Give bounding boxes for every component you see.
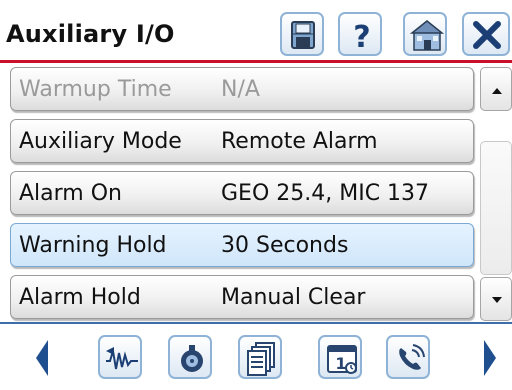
scroll-track[interactable] <box>480 141 512 275</box>
row-warning-hold[interactable]: Warning Hold 30 Seconds <box>10 223 474 267</box>
nav-next-button[interactable] <box>478 338 502 378</box>
save-button[interactable] <box>280 12 324 56</box>
nav-previous-button[interactable] <box>30 338 54 378</box>
row-value: Manual Clear <box>221 285 366 310</box>
close-button[interactable] <box>462 12 510 56</box>
row-label: Alarm Hold <box>19 285 141 310</box>
row-label: Warmup Time <box>19 77 172 102</box>
scroll-down-button[interactable] <box>480 277 512 321</box>
home-house-icon <box>409 20 445 51</box>
header-divider <box>0 60 512 63</box>
row-value: Remote Alarm <box>221 129 378 154</box>
screen: Auxiliary I/O ? Warmup Time N/A Auxiliar… <box>0 0 512 390</box>
documents-button[interactable] <box>238 335 282 379</box>
row-label: Auxiliary Mode <box>19 129 182 154</box>
sensor-button[interactable] <box>168 335 212 379</box>
phone-button[interactable] <box>386 335 430 379</box>
row-alarm-hold[interactable]: Alarm Hold Manual Clear <box>10 275 474 319</box>
home-button[interactable] <box>403 12 447 56</box>
calendar-button[interactable]: 1 <box>318 335 362 379</box>
row-warmup-time: Warmup Time N/A <box>10 67 474 111</box>
phone-call-icon <box>399 344 425 370</box>
help-glyph: ? <box>353 20 370 55</box>
triangle-up-icon <box>492 88 502 94</box>
settings-list: Warmup Time N/A Auxiliary Mode Remote Al… <box>0 65 478 320</box>
row-value: N/A <box>221 77 260 102</box>
documents-stack-icon <box>247 342 275 376</box>
scroll-up-button[interactable] <box>480 67 512 111</box>
calendar-glyph: 1 <box>335 354 346 373</box>
triangle-down-icon <box>492 297 502 303</box>
row-auxiliary-mode[interactable]: Auxiliary Mode Remote Alarm <box>10 119 474 163</box>
row-label: Alarm On <box>19 181 122 206</box>
calendar-day-icon: 1 <box>327 345 357 374</box>
waveform-signal-icon <box>106 347 138 370</box>
arrow-left-icon <box>36 340 48 376</box>
row-value: GEO 25.4, MIC 137 <box>221 181 430 206</box>
signal-button[interactable] <box>98 335 142 379</box>
scrollbar[interactable] <box>478 65 512 321</box>
close-x-icon <box>473 21 501 49</box>
arrow-right-icon <box>484 340 496 376</box>
help-button[interactable]: ? <box>338 12 382 56</box>
help-question-icon: ? <box>353 20 370 55</box>
sensor-gauge-icon <box>181 345 203 372</box>
header-bar: Auxiliary I/O ? <box>0 0 512 60</box>
row-label: Warning Hold <box>19 233 167 258</box>
page-title: Auxiliary I/O <box>6 20 175 48</box>
row-alarm-on[interactable]: Alarm On GEO 25.4, MIC 137 <box>10 171 474 215</box>
save-disk-icon <box>291 21 315 49</box>
row-value: 30 Seconds <box>221 233 349 258</box>
footer-bar: 1 <box>0 324 512 390</box>
